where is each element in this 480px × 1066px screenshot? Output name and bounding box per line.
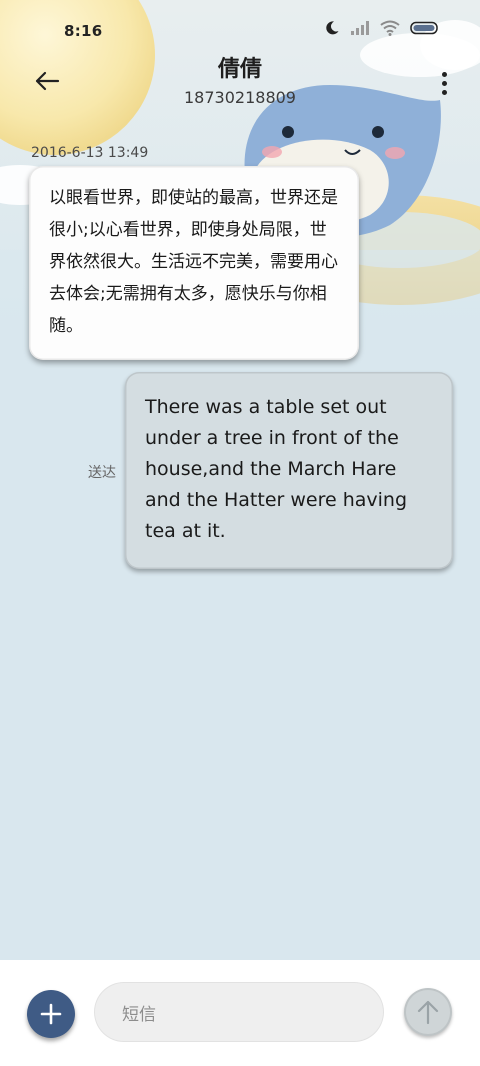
conversation-header: 倩倩 18730218809 [0, 56, 480, 116]
message-timestamp: 2016-6-13 13:49 [31, 145, 149, 161]
more-vertical-icon [441, 71, 447, 77]
plus-icon [40, 1003, 62, 1025]
outgoing-message-bubble[interactable]: There was a table set out under a tree i… [125, 372, 453, 569]
outgoing-message-text: There was a table set out under a tree i… [145, 396, 408, 542]
incoming-message-text: 以眼看世界，即使站的最高，世界还是很小;以心看世界，即使身处局限，世界依然很大。… [49, 188, 338, 336]
contact-number: 18730218809 [184, 88, 296, 107]
incoming-message-bubble[interactable]: 以眼看世界，即使站的最高，世界还是很小;以心看世界，即使身处局限，世界依然很大。… [29, 166, 359, 360]
contact-name: 倩倩 [217, 57, 262, 82]
sms-input-placeholder: 短信 [122, 1004, 156, 1025]
more-options-button[interactable] [434, 68, 454, 98]
battery-icon [410, 20, 440, 36]
send-button[interactable] [404, 988, 452, 1036]
contact-info: 倩倩 18730218809 [0, 56, 480, 110]
status-bar: 8:16 [0, 0, 480, 62]
delivered-status: 送达 [88, 465, 116, 481]
signal-icon [350, 20, 370, 36]
status-time: 8:16 [64, 22, 103, 40]
composer-bar: 短信 [0, 960, 480, 1066]
wifi-icon [380, 20, 400, 36]
back-arrow-icon [35, 71, 60, 91]
send-arrow-up-icon [417, 1000, 439, 1025]
moon-icon [324, 20, 340, 36]
sms-input[interactable]: 短信 [94, 982, 384, 1042]
back-button[interactable] [28, 64, 66, 98]
add-attachment-button[interactable] [27, 990, 75, 1038]
